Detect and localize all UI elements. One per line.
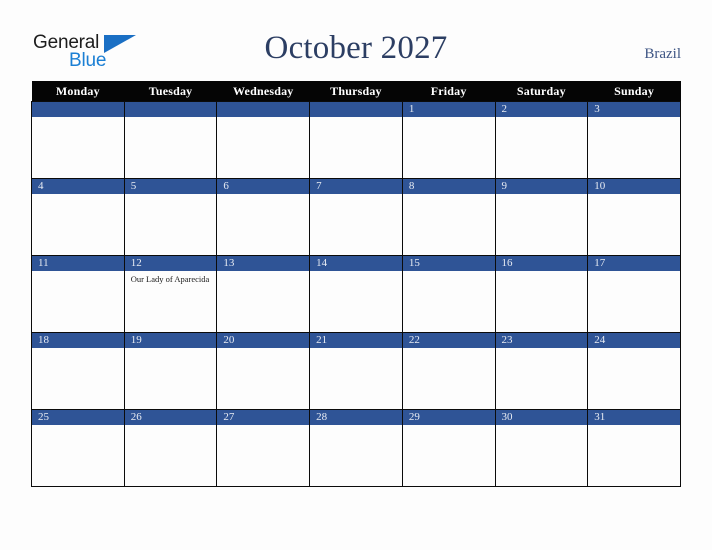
- day-number: [32, 102, 124, 117]
- day-number: 11: [32, 256, 124, 271]
- day-number: 1: [403, 102, 495, 117]
- calendar-day-cell[interactable]: 27: [216, 409, 311, 487]
- calendar-table: Monday Tuesday Wednesday Thursday Friday Satu…: [31, 81, 681, 487]
- calendar-page: General Blue October 2027 Brazil Monday T…: [0, 0, 712, 550]
- calendar-day-cell[interactable]: 20: [216, 332, 311, 410]
- page-title: October 2027: [264, 30, 448, 66]
- calendar-week-row: 11 12 Our Lady of Aparecida 13 14 15 16 17: [31, 255, 681, 333]
- day-number: 8: [403, 179, 495, 194]
- calendar-week-row: 123: [31, 101, 681, 179]
- day-number: 15: [403, 256, 495, 271]
- day-number: 10: [588, 179, 680, 194]
- day-number: 9: [496, 179, 587, 194]
- day-number: 12: [125, 256, 216, 271]
- day-number: 16: [496, 256, 587, 271]
- day-number: 2: [496, 102, 587, 117]
- day-number: 20: [217, 333, 309, 348]
- calendar-day-cell[interactable]: 17: [587, 255, 681, 333]
- calendar-empty-cell: [216, 101, 311, 179]
- weekday-header-wednesday: Wednesday: [216, 81, 310, 102]
- calendar-day-cell[interactable]: 19: [123, 332, 218, 410]
- day-number: 23: [496, 333, 587, 348]
- calendar-day-cell[interactable]: 2: [494, 101, 589, 179]
- day-number: 26: [125, 410, 216, 425]
- weekday-header-friday: Friday: [402, 81, 496, 102]
- calendar-day-cell[interactable]: 29: [401, 409, 496, 487]
- day-number: 13: [217, 256, 309, 271]
- calendar-day-cell[interactable]: 4: [31, 178, 125, 256]
- calendar-grid: Monday Tuesday Wednesday Thursday Friday Satu…: [31, 81, 681, 487]
- calendar-week-row: 4 5 6 7 8 9 10: [31, 178, 681, 256]
- day-number: 30: [496, 410, 587, 425]
- calendar-day-cell[interactable]: 26: [123, 409, 218, 487]
- day-number: 3: [588, 102, 680, 117]
- calendar-body: 1 2 3 4 5 6 7 8 9 10 11 12 Our Lady of Aparecida 13 14…: [31, 101, 681, 487]
- holiday-label: Our Lady of Aparecida: [130, 274, 210, 284]
- calendar-header-row: Monday Tuesday Wednesday Thursday Friday Satu…: [31, 81, 681, 102]
- weekday-header-thursday: Thursday: [309, 81, 403, 102]
- calendar-day-cell[interactable]: 7: [309, 178, 403, 256]
- calendar-day-cell[interactable]: 6: [216, 178, 311, 256]
- day-number: 4: [32, 179, 124, 194]
- day-number: 31: [588, 410, 680, 425]
- calendar-day-cell[interactable]: 24: [587, 332, 681, 410]
- calendar-day-cell[interactable]: 3: [587, 101, 681, 179]
- calendar-week-row: 18 19 20 21 22 23 24: [31, 332, 681, 410]
- page-header: General Blue October 2027 Brazil: [0, 0, 712, 81]
- calendar-day-cell[interactable]: 28: [309, 409, 403, 487]
- day-number: [125, 102, 216, 117]
- day-number: 21: [310, 333, 402, 348]
- calendar-empty-cell: [31, 101, 125, 179]
- calendar-day-cell[interactable]: 10: [587, 178, 681, 256]
- calendar-day-cell[interactable]: 1: [401, 101, 496, 179]
- calendar-day-cell[interactable]: 21: [309, 332, 403, 410]
- day-number: 27: [217, 410, 309, 425]
- day-number: [310, 102, 402, 117]
- day-number: 19: [125, 333, 216, 348]
- day-number: 29: [403, 410, 495, 425]
- calendar-day-cell[interactable]: 5: [123, 178, 218, 256]
- day-number: 22: [403, 333, 495, 348]
- day-number: 17: [588, 256, 680, 271]
- country-label: Brazil: [644, 46, 681, 62]
- day-number: 7: [310, 179, 402, 194]
- day-number: 24: [588, 333, 680, 348]
- day-number: 18: [32, 333, 124, 348]
- calendar-day-cell[interactable]: 9: [494, 178, 589, 256]
- calendar-day-cell[interactable]: 16: [494, 255, 589, 333]
- calendar-day-cell[interactable]: 23: [494, 332, 589, 410]
- day-number: [217, 102, 309, 117]
- calendar-day-cell[interactable]: 14: [309, 255, 403, 333]
- day-events: Our Lady of Aparecida: [125, 271, 216, 284]
- day-number: 28: [310, 410, 402, 425]
- calendar-day-cell[interactable]: 8: [401, 178, 496, 256]
- weekday-header-tuesday: Tuesday: [124, 81, 217, 102]
- day-number: 6: [217, 179, 309, 194]
- calendar-empty-cell: [123, 101, 218, 179]
- calendar-day-cell[interactable]: 25: [31, 409, 125, 487]
- calendar-day-cell[interactable]: 22: [401, 332, 496, 410]
- weekday-header-row: Monday Tuesday Wednesday Thursday Friday Satu…: [31, 81, 681, 102]
- day-number: 25: [32, 410, 124, 425]
- calendar-day-cell[interactable]: 30: [494, 409, 589, 487]
- calendar-week-row: 25 26 27 28 29 30 31: [31, 409, 681, 487]
- weekday-header-saturday: Saturday: [495, 81, 588, 102]
- day-number: 5: [125, 179, 216, 194]
- calendar-day-cell[interactable]: 11: [31, 255, 125, 333]
- calendar-day-cell[interactable]: 31: [587, 409, 681, 487]
- calendar-day-cell[interactable]: 15: [401, 255, 496, 333]
- day-number: 14: [310, 256, 402, 271]
- weekday-header-sunday: Sunday: [587, 81, 681, 102]
- calendar-empty-cell: [309, 101, 403, 179]
- calendar-day-cell[interactable]: 13: [216, 255, 311, 333]
- weekday-header-monday: Monday: [31, 81, 125, 102]
- calendar-day-cell[interactable]: 18: [31, 332, 125, 410]
- calendar-day-cell[interactable]: 12 Our Lady of Aparecida: [123, 255, 218, 333]
